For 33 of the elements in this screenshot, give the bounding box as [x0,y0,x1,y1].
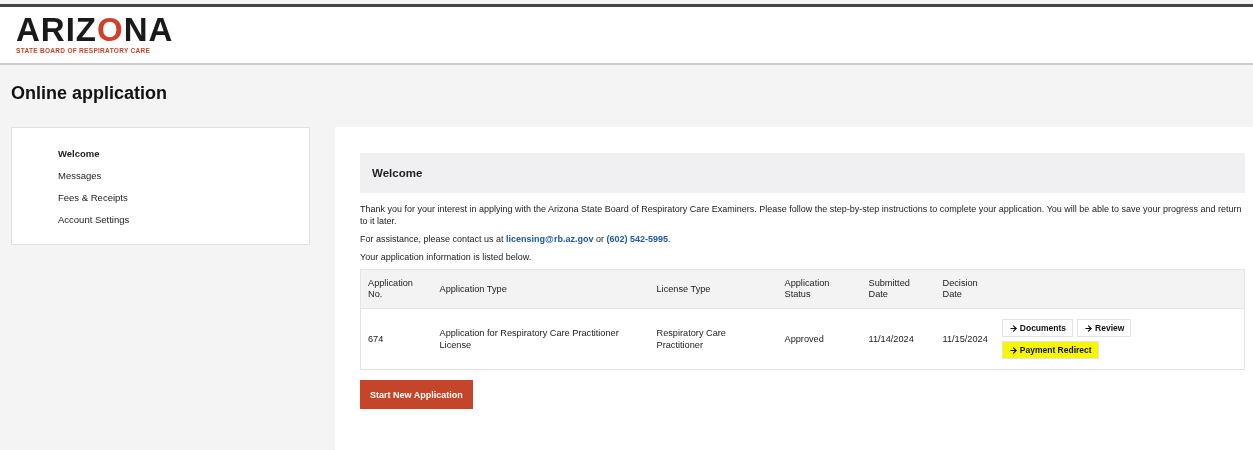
start-application-button[interactable]: Start New Application [360,380,473,409]
arrow-right-icon [1008,345,1018,355]
sidebar-item[interactable]: Account Settings [58,213,309,227]
column-header: Submitted Date [861,269,936,309]
intro-text: Thank you for your interest in applying with the Arizona State Board of Respiratory Care Examiners. Please follow the step-by-step instructions to complete your application. You will be able to save your progress and return to it later. [360,203,1243,227]
contact-joiner: or [595,234,604,244]
column-header: Decision Date [935,269,995,309]
contact-label: For assistance, please contact us at [360,234,504,244]
arrow-right-icon [1084,323,1094,333]
table-cell: Approved [777,308,862,370]
column-header: Application Type [432,269,650,309]
column-header: Application Status [777,269,862,309]
sidebar-item[interactable]: Welcome [58,147,309,161]
table-cell: Respiratory Care Practitioner [649,308,778,370]
section-heading: Welcome [360,153,1245,193]
logo-wordmark: ARIZONA [16,15,175,45]
table-cell: 11/14/2024 [861,308,936,370]
contact-period: . [668,234,671,244]
action-button[interactable]: Payment Redirect [1001,341,1099,359]
email-link[interactable]: licensing@rb.az.gov [506,234,594,244]
table-cell: Application for Respiratory Care Practitioner License [432,308,650,370]
sidebar-item[interactable]: Messages [58,169,309,183]
arrow-right-icon [1008,323,1018,333]
sidebar-item[interactable]: Fees & Receipts [58,191,309,205]
action-button[interactable]: Documents [1001,319,1074,337]
column-header: Application No. [360,269,433,309]
page-title: Online application [11,83,168,104]
table-cell: 674 [360,308,433,370]
table-cell: 11/15/2024 [935,308,995,370]
action-button[interactable]: Review [1077,319,1132,337]
column-header: License Type [649,269,778,309]
note-text: Your application information is listed below. [360,251,533,263]
phone-link[interactable]: (602) 542-5995 [606,234,668,244]
